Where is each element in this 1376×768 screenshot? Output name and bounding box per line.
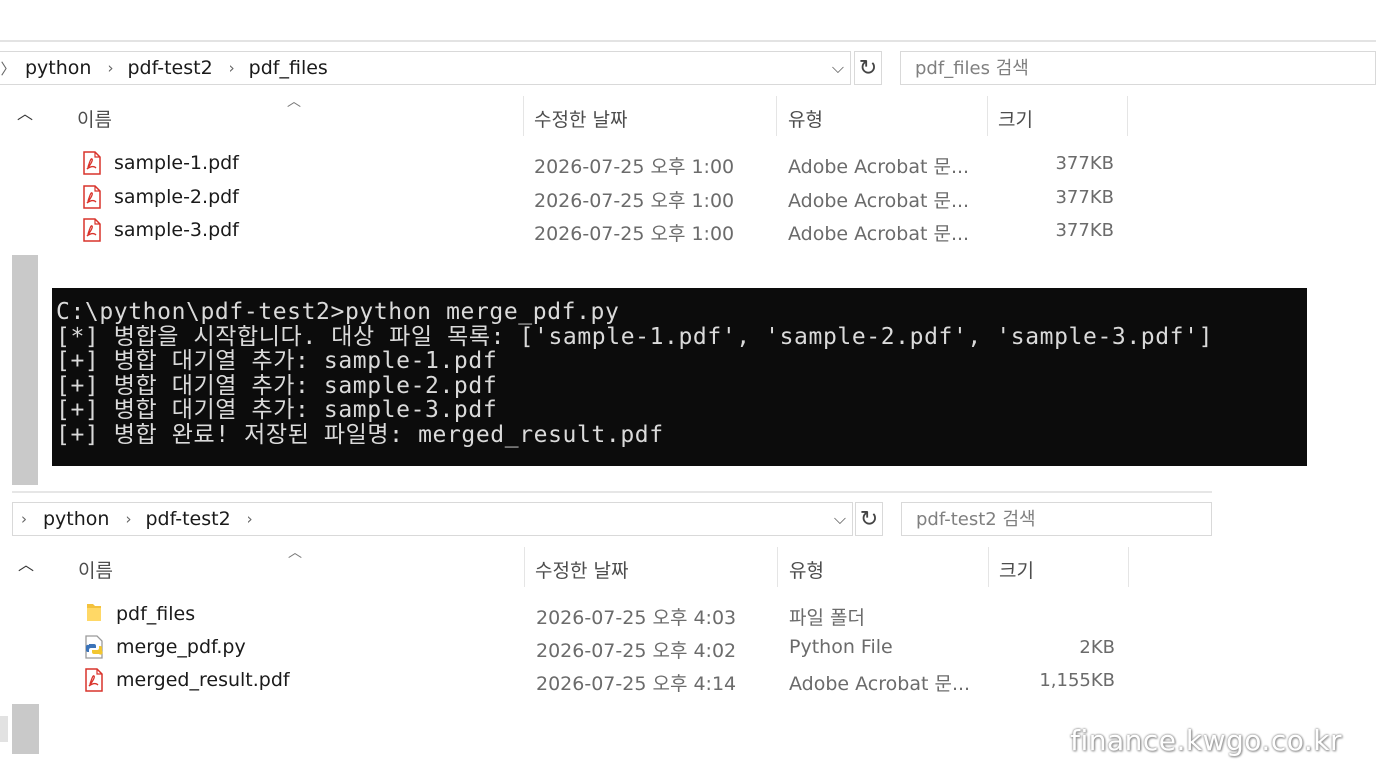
file-type: Adobe Acrobat 문... xyxy=(788,156,970,178)
lower-address-bar[interactable]: › python › pdf-test2 › ⌵ xyxy=(12,502,853,536)
vertical-scrollbar-thumb[interactable] xyxy=(12,704,39,754)
chevron-right-icon[interactable]: 〉 xyxy=(0,58,17,79)
column-header-name[interactable]: 이름 xyxy=(77,105,112,132)
breadcrumb-python[interactable]: python xyxy=(25,57,91,79)
scroll-up-icon[interactable]: ︿ xyxy=(14,551,38,575)
column-divider xyxy=(776,96,777,136)
window-divider xyxy=(12,491,1212,493)
vertical-scrollbar-thumb[interactable] xyxy=(12,255,38,485)
file-date: 2026-07-25 오후 4:02 xyxy=(536,640,737,662)
column-divider xyxy=(1128,547,1129,587)
file-type: Adobe Acrobat 문... xyxy=(789,673,971,695)
file-type: 파일 폴더 xyxy=(789,607,865,629)
chevron-right-icon[interactable]: › xyxy=(97,59,123,77)
column-header-size[interactable]: 크기 xyxy=(999,556,1034,583)
chevron-right-icon[interactable]: › xyxy=(237,510,263,528)
column-divider xyxy=(1127,96,1128,136)
upper-address-bar[interactable]: 〉 python › pdf-test2 › pdf_files ⌵ xyxy=(0,51,851,85)
file-type: Adobe Acrobat 문... xyxy=(788,223,970,245)
file-date: 2026-07-25 오후 4:03 xyxy=(536,607,737,629)
file-size: 377KB xyxy=(1055,153,1114,174)
console-line: [+] 병합 대기열 추가: sample-3.pdf xyxy=(56,397,498,424)
file-size: 2KB xyxy=(1079,637,1115,658)
upper-search-box[interactable] xyxy=(900,51,1376,85)
column-divider xyxy=(777,547,778,587)
console-line: C:\python\pdf-test2>python merge_pdf.py xyxy=(56,299,620,325)
file-size: 1,155KB xyxy=(1039,670,1115,691)
file-date: 2026-07-25 오후 1:00 xyxy=(534,156,735,178)
sort-ascending-icon: ︿ xyxy=(288,545,302,561)
refresh-icon[interactable]: ↻ xyxy=(855,502,883,536)
file-name: pdf_files xyxy=(116,603,196,625)
column-header-size[interactable]: 크기 xyxy=(998,105,1033,132)
chevron-down-icon[interactable]: ⌵ xyxy=(828,503,852,535)
chevron-right-icon[interactable]: › xyxy=(219,59,245,77)
chevron-down-icon[interactable]: ⌵ xyxy=(826,52,850,84)
file-date: 2026-07-25 오후 1:00 xyxy=(534,223,735,245)
breadcrumb-pdf-test2[interactable]: pdf-test2 xyxy=(145,508,230,530)
folder-icon xyxy=(87,604,101,621)
breadcrumb-python[interactable]: python xyxy=(43,508,109,530)
chevron-right-icon[interactable]: › xyxy=(13,510,35,528)
column-divider xyxy=(523,96,524,136)
file-type: Python File xyxy=(789,636,893,658)
pdf-file-icon xyxy=(83,218,101,242)
top-divider xyxy=(0,40,1376,42)
file-size: 377KB xyxy=(1055,187,1114,208)
pdf-file-icon xyxy=(83,151,101,175)
breadcrumb-pdf-files[interactable]: pdf_files xyxy=(249,57,328,79)
upper-search-input[interactable] xyxy=(915,57,1375,79)
file-date: 2026-07-25 오후 4:14 xyxy=(536,673,737,695)
file-name: sample-3.pdf xyxy=(114,219,239,241)
chevron-right-icon[interactable]: › xyxy=(115,510,141,528)
column-header-date[interactable]: 수정한 날짜 xyxy=(535,556,628,583)
column-header-name[interactable]: 이름 xyxy=(78,556,113,583)
command-prompt-output: C:\python\pdf-test2>python merge_pdf.py … xyxy=(52,288,1307,466)
pdf-file-icon xyxy=(85,668,103,692)
breadcrumb-pdf-test2[interactable]: pdf-test2 xyxy=(127,57,212,79)
console-line: [+] 병합 대기열 추가: sample-2.pdf xyxy=(56,372,498,399)
scroll-up-icon[interactable]: ︿ xyxy=(13,100,37,124)
file-name: merge_pdf.py xyxy=(116,636,246,658)
file-size: 377KB xyxy=(1055,220,1114,241)
console-line: [*] 병합을 시작합니다. 대상 파일 목록: ['sample-1.pdf'… xyxy=(56,323,1214,350)
column-divider xyxy=(988,547,989,587)
file-name: merged_result.pdf xyxy=(116,669,290,691)
column-header-date[interactable]: 수정한 날짜 xyxy=(534,105,627,132)
sort-ascending-icon: ︿ xyxy=(287,94,301,110)
file-name: sample-1.pdf xyxy=(114,152,239,174)
column-divider xyxy=(987,96,988,136)
column-header-type[interactable]: 유형 xyxy=(789,556,824,583)
watermark: finance.kwgo.co.kr xyxy=(1070,724,1342,757)
column-divider xyxy=(524,547,525,587)
pdf-file-icon xyxy=(83,185,101,209)
console-line: [+] 병합 대기열 추가: sample-1.pdf xyxy=(56,348,498,375)
python-file-icon xyxy=(85,635,103,659)
lower-search-input[interactable] xyxy=(916,508,1211,530)
lower-search-box[interactable] xyxy=(901,502,1212,536)
vertical-scrollbar-track-edge xyxy=(0,716,8,742)
file-name: sample-2.pdf xyxy=(114,186,239,208)
file-type: Adobe Acrobat 문... xyxy=(788,190,970,212)
console-line: [+] 병합 완료! 저장된 파일명: merged_result.pdf xyxy=(56,421,664,448)
refresh-icon[interactable]: ↻ xyxy=(854,51,882,85)
file-date: 2026-07-25 오후 1:00 xyxy=(534,190,735,212)
column-header-type[interactable]: 유형 xyxy=(788,105,823,132)
